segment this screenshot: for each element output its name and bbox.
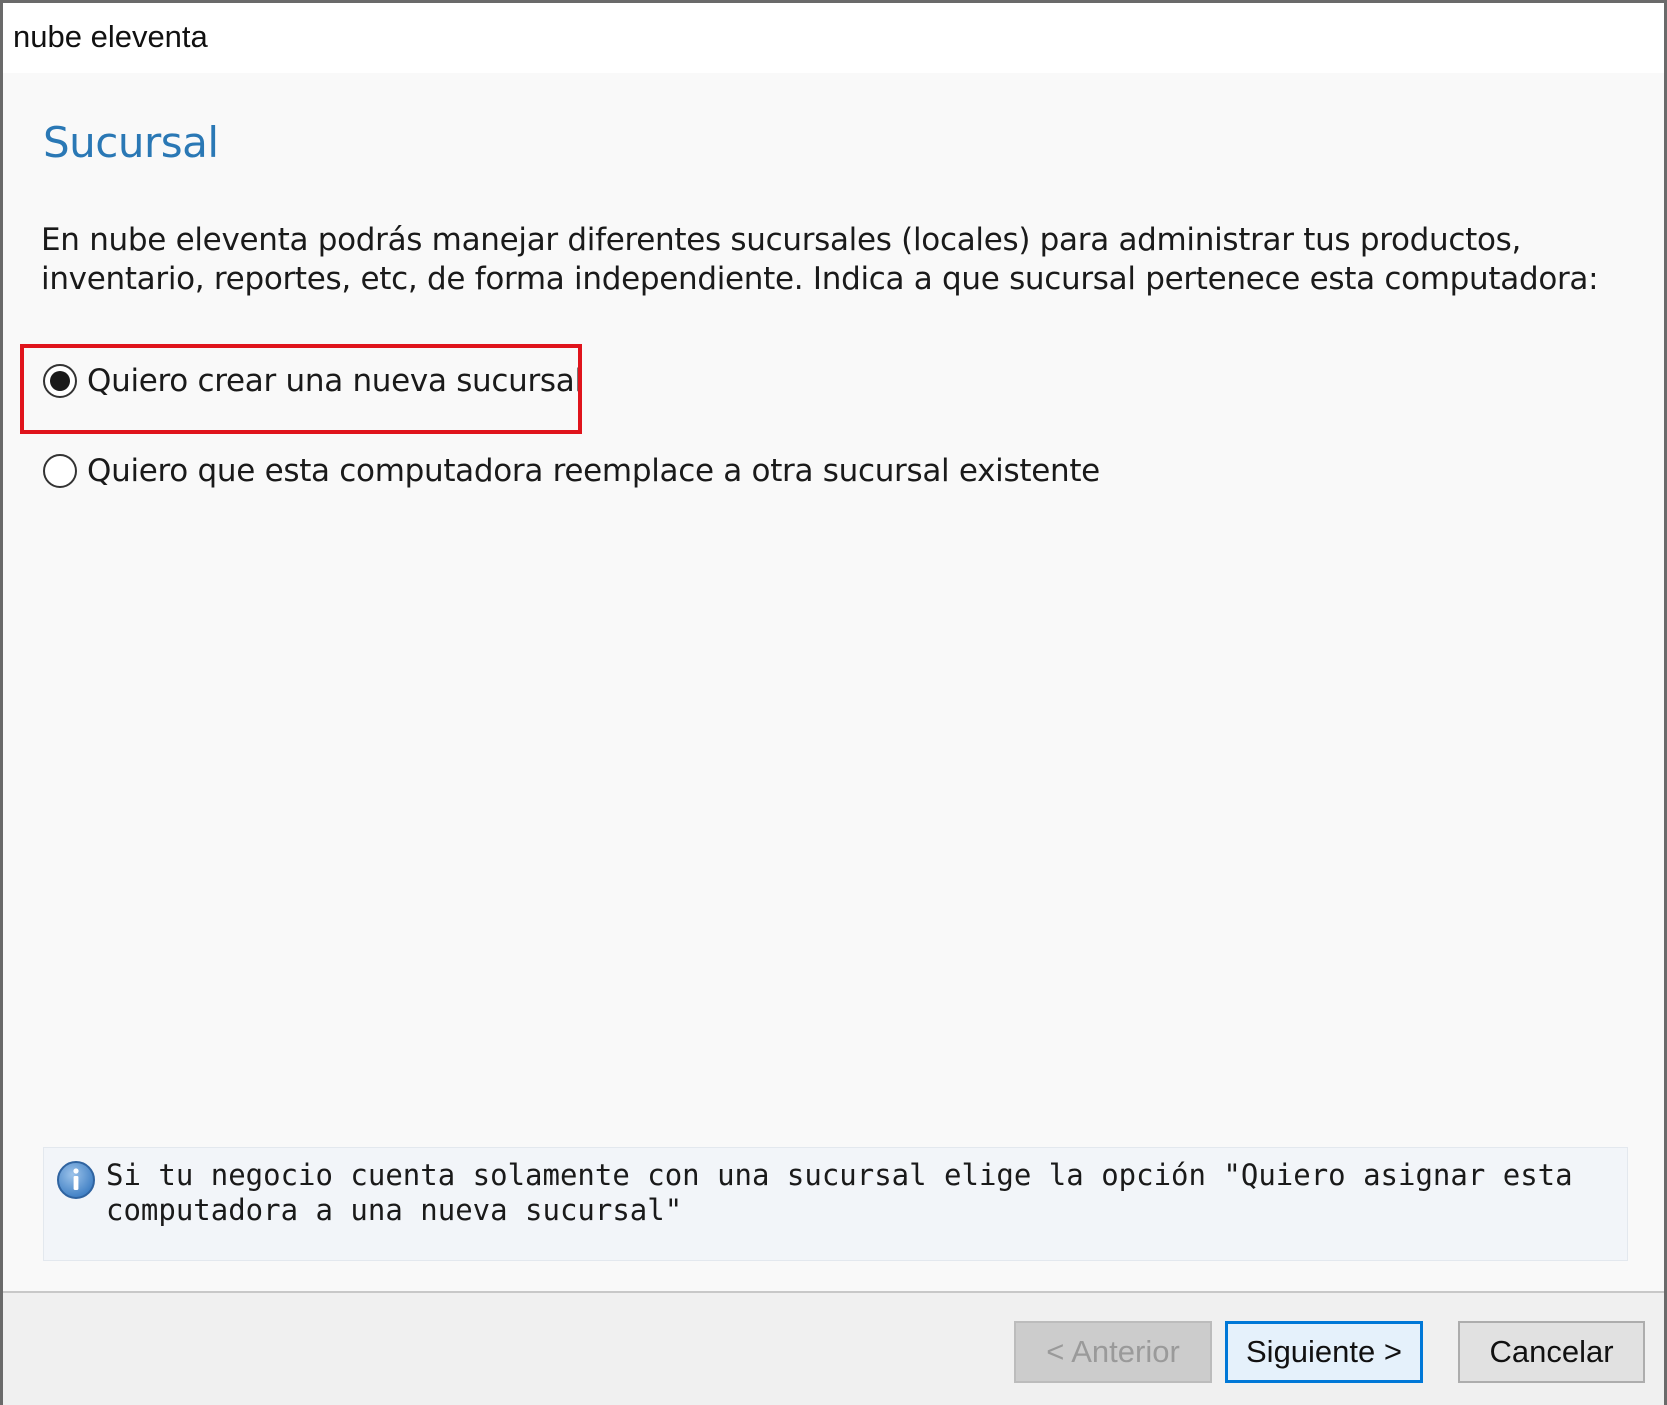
- option-replace-branch-label: Quiero que esta computadora reemplace a …: [87, 453, 1100, 489]
- cancel-button[interactable]: Cancelar: [1458, 1321, 1645, 1383]
- title-bar: nube eleventa: [3, 3, 1664, 73]
- intro-text: En nube eleventa podrás manejar diferent…: [41, 222, 1599, 297]
- radio-selected-dot: [50, 371, 70, 391]
- wizard-content: Sucursal En nube eleventa podrás manejar…: [3, 73, 1664, 1291]
- page-title: Sucursal: [43, 118, 219, 167]
- window-title: nube eleventa: [13, 19, 208, 54]
- wizard-footer: < Anterior Siguiente > Cancelar: [3, 1291, 1664, 1405]
- wizard-window: nube eleventa Sucursal En nube eleventa …: [0, 0, 1667, 1405]
- next-button[interactable]: Siguiente >: [1225, 1321, 1423, 1383]
- previous-button[interactable]: < Anterior: [1014, 1321, 1212, 1383]
- info-icon: [57, 1161, 95, 1199]
- radio-replace-branch[interactable]: [43, 454, 77, 488]
- info-text: Si tu negocio cuenta solamente con una s…: [106, 1158, 1573, 1227]
- option-new-branch[interactable]: Quiero crear una nueva sucursal: [43, 363, 583, 399]
- radio-new-branch[interactable]: [43, 364, 77, 398]
- option-replace-branch[interactable]: Quiero que esta computadora reemplace a …: [43, 453, 1100, 489]
- info-panel: Si tu negocio cuenta solamente con una s…: [43, 1147, 1628, 1261]
- option-new-branch-label: Quiero crear una nueva sucursal: [87, 363, 583, 399]
